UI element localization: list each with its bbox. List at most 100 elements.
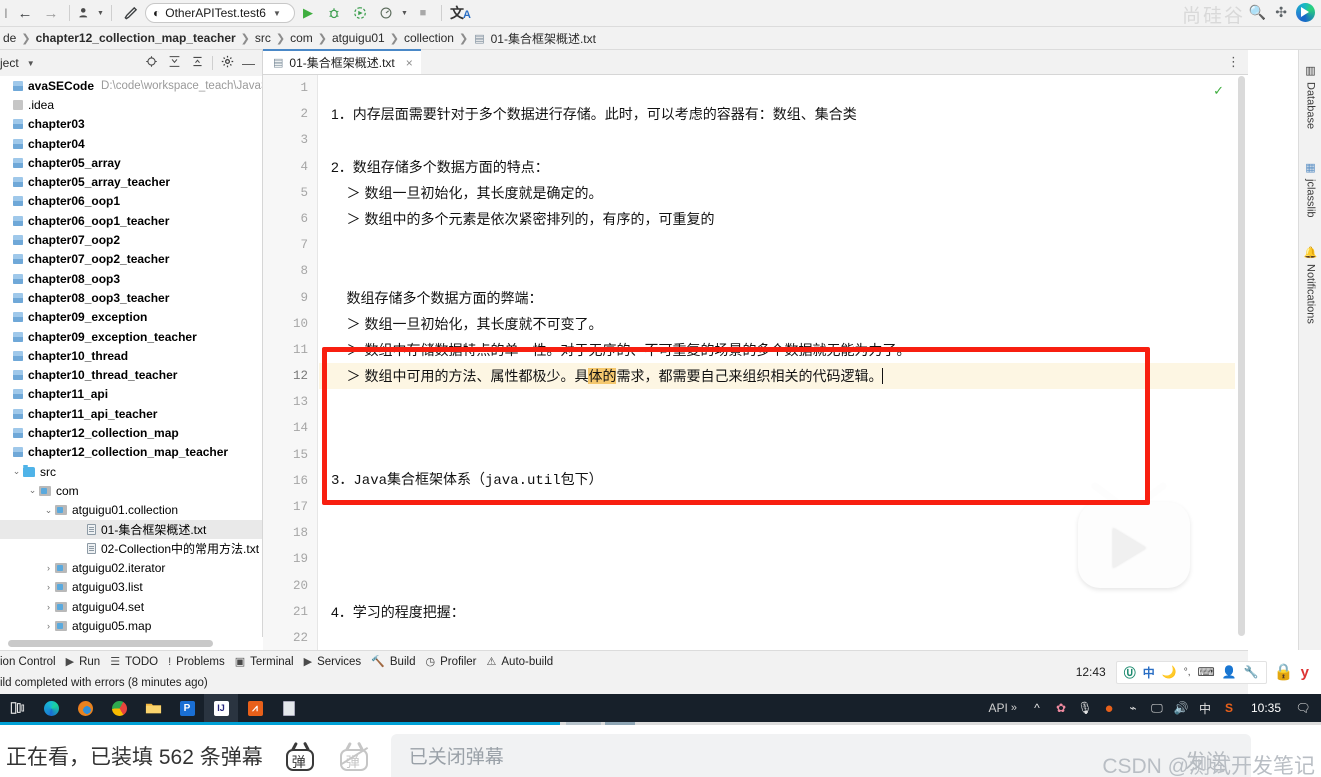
tree-node[interactable]: chapter05_array (0, 153, 262, 172)
run-configuration-selector[interactable]: ◐ OtherAPITest.test6 ▼ (145, 3, 295, 23)
code-line[interactable] (319, 520, 1248, 546)
editor-code-area[interactable]: 1．内存层面需要针对于多个数据进行存储。此时，可以考虑的容器有：数组、集合类 2．… (319, 75, 1248, 650)
chrome-icon[interactable] (102, 694, 136, 722)
editor-vscrollbar[interactable] (1235, 75, 1248, 650)
tree-node[interactable]: chapter12_collection_map (0, 423, 262, 442)
editor-tab-active[interactable]: ▤ 01-集合框架概述.txt × (263, 49, 421, 74)
code-line[interactable]: ＞ 数组一旦初始化，其长度就是确定的。 (319, 180, 1248, 206)
tree-node[interactable]: chapter12_collection_map_teacher (0, 443, 262, 462)
code-line[interactable]: ＞ 数组中的多个元素是依次紧密排列的，有序的，可重复的 (319, 206, 1248, 232)
tool-window-button[interactable]: 🔨 Build (371, 655, 425, 669)
jetbrains-icon[interactable]: ⩘ (238, 694, 272, 722)
scrollbar-thumb[interactable] (8, 640, 213, 647)
code-line[interactable] (319, 127, 1248, 153)
code-line[interactable] (319, 546, 1248, 572)
breadcrumb-item-1[interactable]: chapter12_collection_map_teacher (33, 31, 239, 45)
keyboard-icon[interactable]: ⌨ (1198, 665, 1215, 679)
stop-button[interactable]: ■ (410, 2, 436, 24)
tree-node[interactable]: 02-Collection中的常用方法.txt (0, 539, 262, 558)
chevron-right-icon[interactable]: › (42, 582, 55, 592)
tool-button-database[interactable]: ▥ Database (1299, 58, 1321, 129)
more-options-icon[interactable]: ⋮ (1227, 54, 1248, 74)
debug-button[interactable] (321, 2, 347, 24)
record-icon[interactable]: ● (1097, 700, 1121, 717)
chevron-down-icon[interactable]: ⌄ (42, 505, 55, 516)
tree-node[interactable]: .idea (0, 95, 262, 114)
profile-button[interactable] (373, 2, 399, 24)
breadcrumb-item-0[interactable]: de (0, 31, 19, 45)
back-arrow-icon[interactable]: ← (12, 2, 38, 24)
firefox-icon[interactable] (68, 694, 102, 722)
run-button[interactable]: ▶ (295, 2, 321, 24)
scrollbar-thumb[interactable] (1238, 76, 1245, 636)
action-center-icon[interactable]: 🗨 (1291, 701, 1315, 715)
sogou-icon[interactable]: S (1217, 701, 1241, 715)
taskbar-clock[interactable]: 10:35 (1241, 701, 1291, 715)
flower-icon[interactable]: ✿ (1049, 701, 1073, 715)
tree-node[interactable]: chapter04 (0, 134, 262, 153)
tree-node[interactable]: chapter07_oop2 (0, 230, 262, 249)
breadcrumb-item-2[interactable]: src (252, 31, 274, 45)
intellij-icon[interactable]: IJ (204, 694, 238, 722)
tree-node[interactable]: chapter10_thread (0, 346, 262, 365)
code-line[interactable] (319, 415, 1248, 441)
notes-icon[interactable] (272, 694, 306, 722)
code-line[interactable]: ＞ 数组中可用的方法、属性都极少。具体的需求，都需要自己来组织相关的代码逻辑。 (319, 363, 1248, 390)
extension-icon[interactable]: ✣ (1275, 4, 1287, 21)
profile-icon[interactable] (75, 2, 95, 24)
minimize-icon[interactable]: — (239, 56, 262, 71)
project-tree-hscrollbar[interactable] (0, 637, 263, 650)
usb-icon[interactable]: ⌁ (1121, 701, 1145, 715)
breadcrumb-item-4[interactable]: atguigu01 (329, 31, 388, 45)
breadcrumb-item-3[interactable]: com (287, 31, 316, 45)
file-explorer-icon[interactable] (136, 694, 170, 722)
search-icon[interactable]: 🔍 (1249, 4, 1266, 21)
code-line[interactable] (319, 258, 1248, 284)
code-line[interactable] (319, 625, 1248, 651)
edge-icon[interactable] (34, 694, 68, 722)
danmaku-off-icon[interactable]: 弹 (337, 741, 371, 771)
wrench-icon[interactable]: 🔧 (1244, 665, 1259, 679)
code-line[interactable]: 数组存储多个数据方面的弊端： (319, 285, 1248, 311)
microphone-icon[interactable]: 🎙 (1073, 701, 1097, 715)
tool-window-button[interactable]: ▣ Terminal (235, 655, 304, 669)
inspection-ok-icon[interactable]: ✓ (1213, 83, 1224, 99)
translate-button[interactable]: 文A (447, 2, 473, 24)
tree-node[interactable]: › atguigu04.set (0, 597, 262, 616)
tree-node[interactable]: 01-集合框架概述.txt (0, 519, 262, 540)
chevron-down-icon-2[interactable]: ▼ (399, 2, 410, 24)
run-with-coverage-button[interactable] (347, 2, 373, 24)
tree-node[interactable]: chapter11_api_teacher (0, 404, 262, 423)
tree-node[interactable]: chapter08_oop3_teacher (0, 288, 262, 307)
project-tree[interactable]: avaSECode D:\code\workspace_teach\JavaSEC… (0, 76, 262, 636)
hammer-icon[interactable] (117, 2, 143, 24)
tool-window-button[interactable]: ▶ Services (304, 655, 372, 669)
crosshair-icon[interactable] (140, 55, 163, 71)
chevron-down-icon[interactable]: ▼ (27, 59, 35, 68)
tree-node[interactable]: chapter08_oop3 (0, 269, 262, 288)
code-line[interactable]: 3．Java集合框架体系（java.util包下） (319, 468, 1248, 494)
chevron-down-icon[interactable]: ▼ (95, 2, 106, 24)
tree-node[interactable]: ⌄ com (0, 481, 262, 500)
volume-icon[interactable]: 🔊 (1169, 701, 1193, 715)
tree-node[interactable]: › atguigu02.iterator (0, 558, 262, 577)
code-line[interactable]: 4．学习的程度把握： (319, 599, 1248, 625)
chevron-right-icon[interactable]: › (42, 563, 55, 573)
code-line[interactable]: 2．数组存储多个数据方面的特点： (319, 154, 1248, 180)
tree-node[interactable]: chapter11_api (0, 385, 262, 404)
player-progress-bar[interactable] (0, 722, 1321, 725)
tool-window-button[interactable]: ion Control (0, 656, 66, 668)
breadcrumb-item-6[interactable]: 01-集合框架概述.txt (488, 30, 599, 47)
y-logo-icon[interactable]: y (1301, 664, 1309, 681)
user-icon[interactable]: 👤 (1222, 665, 1237, 679)
breadcrumb-item-5[interactable]: collection (401, 31, 457, 45)
tree-node[interactable]: chapter09_exception_teacher (0, 327, 262, 346)
lock-icon[interactable]: 🔒 (1274, 662, 1294, 682)
tree-node[interactable]: chapter05_array_teacher (0, 172, 262, 191)
tool-window-button[interactable]: ◷ Profiler (425, 655, 486, 669)
tree-node[interactable]: › atguigu03.list (0, 578, 262, 597)
tree-node[interactable]: avaSECode D:\code\workspace_teach\JavaSEC (0, 76, 262, 95)
tool-window-button[interactable]: ! Problems (168, 656, 235, 668)
tree-node[interactable]: chapter07_oop2_teacher (0, 250, 262, 269)
task-view-icon[interactable] (0, 694, 34, 722)
